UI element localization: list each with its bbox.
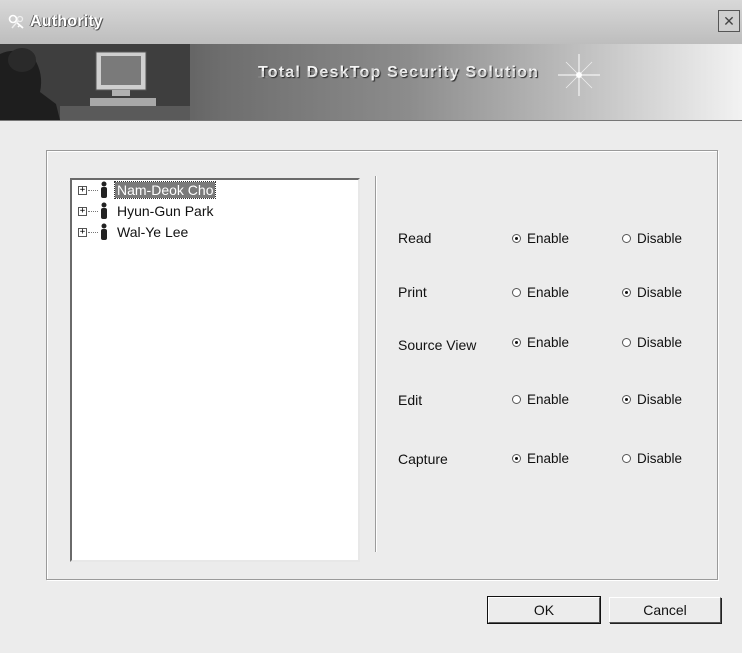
permission-label-capture: Capture [398,451,448,467]
banner-illustration [0,44,190,120]
tree-connector [88,189,98,191]
radio-label: Disable [637,335,683,350]
plus-box-icon[interactable]: + [78,185,87,195]
permission-label-print: Print [398,284,427,300]
banner: Total DeskTop Security Solution Total De… [0,44,742,121]
tree-connector [88,231,98,233]
cancel-button[interactable]: Cancel [609,597,721,623]
print-enable-radio[interactable]: Enable [512,285,569,300]
radio-label: Enable [527,335,570,350]
person-icon [101,223,107,240]
vertical-separator [375,176,376,552]
read-disable-radio[interactable]: Disable [622,231,682,246]
print-disable-radio[interactable]: Disable [622,285,682,300]
permission-label-source-view: Source View [398,337,477,353]
title-bar[interactable]: Authority ✕ [0,0,742,45]
tree-item-user-2[interactable]: + Hyun-Gun Park [78,201,215,221]
source-view-disable-radio[interactable]: Disable [622,335,682,350]
tree-item-user-3[interactable]: + Wal-Ye Lee [78,222,190,242]
tree-item-label: Nam-Deok Cho [113,181,217,199]
radio-label: Enable [527,231,570,246]
radio-dot [512,395,521,404]
tree-item-user-1[interactable]: + Nam-Deok Cho [78,180,217,200]
keys-icon [8,14,24,29]
read-enable-radio[interactable]: Enable [512,231,569,246]
radio-label: Disable [637,231,683,246]
radio-dot [512,288,521,297]
tree-item-label: Hyun-Gun Park [117,203,214,219]
tree-connector [88,210,98,212]
radio-label: Disable [637,392,683,407]
radio-label: Enable [527,392,570,407]
ok-button[interactable]: OK [487,596,601,624]
radio-dot [512,338,521,347]
radio-dot [622,234,631,243]
radio-label: Enable [527,285,570,300]
person-icon [101,202,107,219]
edit-enable-radio[interactable]: Enable [512,392,569,407]
radio-label: Enable [527,451,570,466]
permission-label-edit: Edit [398,392,423,408]
radio-dot [622,338,631,347]
edit-disable-radio[interactable]: Disable [622,392,682,407]
radio-dot [622,288,631,297]
plus-box-icon[interactable]: + [78,206,87,216]
radio-label: Disable [637,451,683,466]
radio-dot [622,454,631,463]
capture-enable-radio[interactable]: Enable [512,451,569,466]
plus-box-icon[interactable]: + [78,227,87,237]
close-icon: ✕ [723,12,735,29]
tree-item-label: Wal-Ye Lee [117,224,189,240]
radio-dot [512,234,521,243]
permission-label-read: Read [398,230,432,246]
sparkle-icon [558,54,600,96]
radio-label: Disable [637,285,683,300]
user-tree[interactable]: + Nam-Deok Cho + Hyun-Gun Park + Wal-Ye … [70,178,360,562]
banner-title-reflection: Total DeskTop Security Solution [258,68,540,78]
close-button[interactable]: ✕ [718,10,740,32]
window-title: Authority [30,13,103,30]
radio-dot [512,454,521,463]
capture-disable-radio[interactable]: Disable [622,451,682,466]
radio-dot [622,395,631,404]
authority-window: Authority ✕ Total DeskTop Security Solut… [0,0,742,653]
person-icon [101,181,107,198]
source-view-enable-radio[interactable]: Enable [512,335,569,350]
